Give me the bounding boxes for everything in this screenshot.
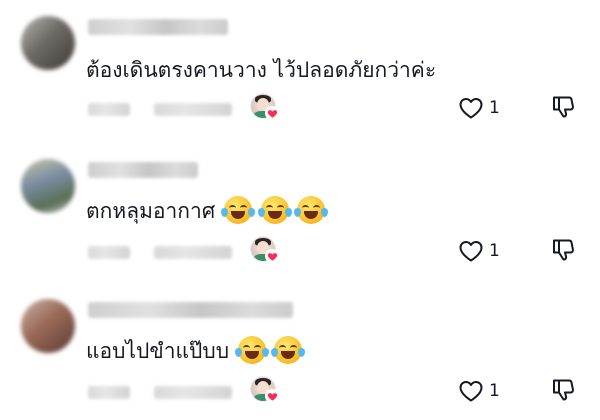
avatar[interactable] (21, 16, 75, 70)
username[interactable] (88, 162, 198, 178)
heart-outline-icon (459, 98, 483, 119)
face-with-tears-of-joy-icon (294, 196, 329, 224)
like-button[interactable]: 1 (458, 94, 504, 122)
comment-item: ต้องเดินตรงคานวาง ไว้ปลอดภัยกว่าค่ะ 1 (0, 0, 600, 137)
like-button[interactable]: 1 (458, 237, 504, 265)
username[interactable] (88, 19, 228, 35)
comment-item: แอบไปขำแป๊บบ 1 (0, 283, 600, 420)
reply-button[interactable] (154, 246, 232, 259)
face-with-tears-of-joy-icon (257, 196, 292, 224)
comment-text: ต้องเดินตรงคานวาง ไว้ปลอดภัยกว่าค่ะ (86, 54, 436, 87)
username[interactable] (88, 302, 293, 318)
face-with-tears-of-joy-icon (271, 336, 306, 364)
avatar[interactable] (21, 299, 75, 353)
comment-time (88, 246, 130, 259)
heart-icon (265, 249, 279, 263)
heart-icon (265, 106, 279, 120)
creator-liked-badge (250, 93, 279, 121)
heart-icon (265, 389, 279, 403)
like-count: 1 (489, 98, 500, 118)
reply-button[interactable] (154, 103, 232, 116)
reply-button[interactable] (154, 386, 232, 399)
creator-liked-badge (250, 236, 279, 264)
comment-text-body: ต้องเดินตรงคานวาง ไว้ปลอดภัยกว่าค่ะ (86, 58, 437, 82)
thumbs-down-icon (553, 379, 574, 401)
dislike-button[interactable] (551, 377, 577, 405)
dislike-button[interactable] (551, 237, 577, 265)
comment-text: ตกหลุมอากาศ (86, 195, 329, 228)
comment-time (88, 386, 130, 399)
avatar[interactable] (21, 159, 75, 213)
creator-liked-badge (250, 376, 279, 404)
thumbs-down-icon (553, 96, 574, 118)
comment-time (88, 103, 130, 116)
comment-text-body: ตกหลุมอากาศ (86, 199, 216, 223)
dislike-button[interactable] (551, 94, 577, 122)
heart-outline-icon (459, 241, 483, 262)
comment-text: แอบไปขำแป๊บบ (86, 335, 306, 368)
face-with-tears-of-joy-icon (234, 336, 269, 364)
comment-text-body: แอบไปขำแป๊บบ (86, 339, 230, 363)
like-button[interactable]: 1 (458, 377, 504, 405)
comment-item: ตกหลุมอากาศ 1 (0, 143, 600, 280)
like-count: 1 (489, 241, 500, 261)
heart-outline-icon (459, 381, 483, 402)
face-with-tears-of-joy-icon (220, 196, 255, 224)
like-count: 1 (489, 381, 500, 401)
thumbs-down-icon (553, 239, 574, 261)
